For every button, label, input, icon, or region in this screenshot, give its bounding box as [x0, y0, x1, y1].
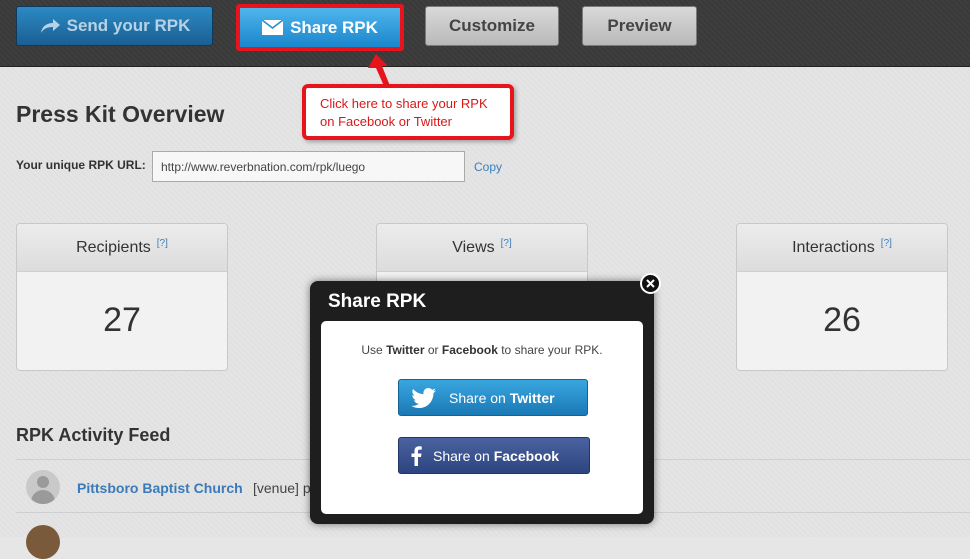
rpk-url-label: Your unique RPK URL: — [16, 158, 146, 172]
modal-title: Share RPK — [328, 291, 427, 312]
activity-feed-title: RPK Activity Feed — [16, 425, 171, 445]
instructions-text: or — [424, 343, 442, 357]
share-rpk-modal: Share RPK Use Twitter or Facebook to sha… — [310, 281, 654, 524]
modal-instructions: Use Twitter or Facebook to share your RP… — [321, 343, 643, 357]
share-on-twitter-button[interactable]: Share on Twitter — [398, 379, 588, 416]
envelope-icon — [262, 20, 284, 35]
interactions-stat-value: 26 — [823, 301, 861, 339]
views-stat-label: Views — [452, 238, 495, 256]
avatar — [26, 470, 60, 504]
share-hint-text: Click here to share your RPK on Facebook… — [320, 96, 488, 129]
modal-body: Use Twitter or Facebook to share your RP… — [321, 321, 643, 514]
preview-button[interactable]: Preview — [582, 6, 697, 46]
avatar — [26, 525, 60, 559]
share-rpk-label: Share RPK — [290, 17, 378, 37]
share-facebook-label-prefix: Share on — [433, 447, 490, 464]
recipients-stat-card: Recipients [?] 27 — [16, 223, 228, 371]
recipients-stat-header: Recipients [?] — [17, 224, 227, 272]
top-toolbar: Send your RPK Share RPK Customize Previe… — [0, 0, 970, 67]
send-rpk-label: Send your RPK — [66, 16, 191, 35]
twitter-bird-icon — [399, 387, 449, 408]
send-rpk-button[interactable]: Send your RPK — [16, 6, 213, 46]
recipients-stat-label: Recipients — [76, 238, 151, 256]
share-on-facebook-button[interactable]: Share on Facebook — [398, 437, 590, 474]
recipients-help-link[interactable]: [?] — [157, 238, 168, 249]
callout-arrow-icon — [368, 54, 390, 86]
share-rpk-button[interactable]: Share RPK — [236, 4, 404, 51]
interactions-stat-header: Interactions [?] — [737, 224, 947, 272]
interactions-stat-label: Interactions — [792, 238, 875, 256]
customize-button[interactable]: Customize — [425, 6, 559, 46]
share-twitter-label-prefix: Share on — [449, 389, 506, 406]
instructions-twitter: Twitter — [386, 343, 425, 357]
share-arrow-icon — [40, 19, 60, 33]
views-help-link[interactable]: [?] — [501, 238, 512, 249]
views-stat-header: Views [?] — [377, 224, 587, 272]
rpk-url-field[interactable] — [152, 151, 465, 182]
share-facebook-label-brand: Facebook — [493, 447, 560, 464]
interactions-help-link[interactable]: [?] — [881, 238, 892, 249]
share-hint-callout: Click here to share your RPK on Facebook… — [302, 84, 514, 140]
instructions-text: to share your RPK. — [497, 343, 603, 357]
modal-close-button[interactable] — [640, 273, 661, 294]
copy-link[interactable]: Copy — [474, 160, 502, 174]
share-twitter-label-brand: Twitter — [509, 389, 555, 406]
page-title: Press Kit Overview — [16, 101, 225, 127]
close-icon — [646, 279, 655, 288]
feed-row-name-link[interactable]: Pittsboro Baptist Church — [77, 480, 243, 496]
instructions-text: Use — [361, 343, 387, 357]
facebook-f-icon — [399, 445, 433, 466]
preview-label: Preview — [607, 16, 672, 35]
interactions-stat-card: Interactions [?] 26 — [736, 223, 948, 371]
customize-label: Customize — [449, 16, 535, 35]
recipients-stat-value: 27 — [103, 301, 141, 339]
instructions-facebook: Facebook — [441, 343, 498, 357]
